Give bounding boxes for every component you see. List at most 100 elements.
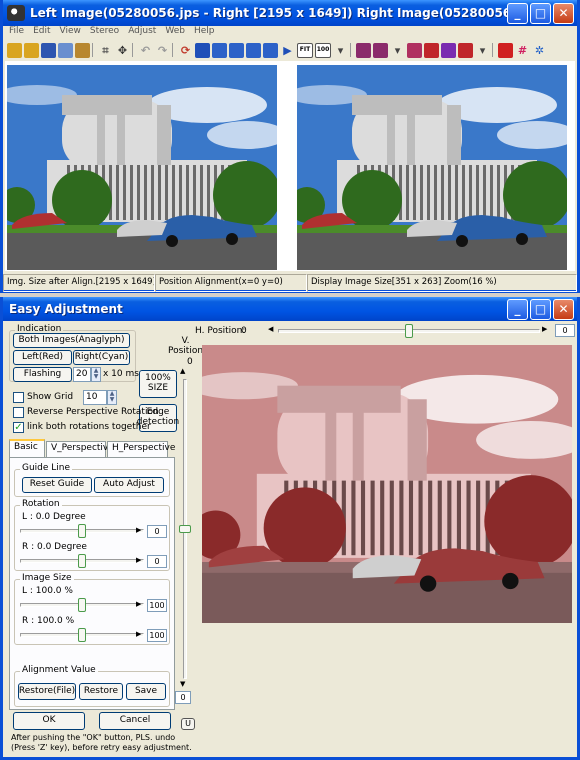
reverse-perspective-checkbox[interactable] <box>13 407 24 418</box>
minimize-button[interactable]: _ <box>507 2 528 24</box>
settings-icon[interactable]: ✲ <box>532 43 547 58</box>
undo-icon[interactable]: ↶ <box>138 43 153 58</box>
grid-icon[interactable]: # <box>515 43 530 58</box>
fit-icon[interactable]: FIT <box>297 42 313 58</box>
red-blue-icon[interactable] <box>498 42 513 58</box>
tab-v-perspective[interactable]: V_Perspective <box>46 441 114 457</box>
cancel-button[interactable]: Cancel <box>99 712 171 730</box>
rotate-icon[interactable]: ⟳ <box>178 43 193 58</box>
color-icon[interactable] <box>407 42 422 58</box>
rotation-left-arrow-icon[interactable]: ▶ <box>136 526 141 534</box>
paste-icon[interactable] <box>75 42 90 58</box>
left-image[interactable] <box>7 65 277 270</box>
play-icon[interactable]: ▶ <box>280 43 295 58</box>
layout-a-icon[interactable] <box>356 42 371 58</box>
grid-size-stepper[interactable]: ▲ ▼ <box>107 390 117 405</box>
menu-view[interactable]: View <box>60 26 81 40</box>
tab-basic[interactable]: Basic <box>9 439 45 457</box>
dropdown-icon[interactable]: ▾ <box>333 43 348 58</box>
basic-tab-panel: Guide Line Reset Guide Auto Adjust Rotat… <box>9 457 175 710</box>
menu-edit[interactable]: Edit <box>33 26 50 40</box>
menu-stereo[interactable]: Stereo <box>90 26 119 40</box>
stereo-window-icon[interactable] <box>212 42 227 58</box>
layout-b-icon[interactable] <box>373 42 388 58</box>
anaglyph-dropdown-icon[interactable]: ▾ <box>475 43 490 58</box>
anaglyph-preview-image[interactable] <box>202 345 572 623</box>
tab-h-perspective[interactable]: H_Perspective <box>107 441 175 457</box>
ok-button[interactable]: OK <box>13 712 85 730</box>
auto-adjust-button[interactable]: Auto Adjust <box>94 477 164 493</box>
image-size-left-arrow-icon[interactable]: ▶ <box>136 600 141 608</box>
v-position-up-arrow-icon[interactable]: ▲ <box>180 367 185 375</box>
u-button[interactable]: U <box>181 718 195 730</box>
grid-size-input[interactable]: 10 <box>83 390 107 405</box>
image-size-right-slider-thumb[interactable] <box>78 628 86 642</box>
open-folder-icon[interactable] <box>7 42 22 58</box>
menu-help[interactable]: Help <box>194 26 215 40</box>
fit-window-icon[interactable] <box>229 42 244 58</box>
image-size-label: Image Size <box>20 573 74 583</box>
open-file-icon[interactable] <box>24 42 39 58</box>
image-size-left-slider-thumb[interactable] <box>78 598 86 612</box>
rotation-right-arrow-icon[interactable]: ▶ <box>136 556 141 564</box>
side-by-side-icon[interactable] <box>424 42 439 58</box>
toolbar-separator <box>132 43 136 57</box>
image-size-left-value[interactable]: 100 <box>147 599 167 612</box>
status-position: Position Alignment(x=0 y=0) <box>155 274 307 292</box>
rotation-right-slider-thumb[interactable] <box>78 554 86 568</box>
interlaced-icon[interactable] <box>458 42 473 58</box>
move-icon[interactable]: ✥ <box>115 43 130 58</box>
left-red-button[interactable]: Left(Red) <box>13 350 72 365</box>
h-position-left-arrow-icon[interactable]: ◀ <box>268 325 273 333</box>
anaglyph-icon[interactable] <box>441 42 456 58</box>
reverse-perspective-label: Reverse Perspective Rotation <box>27 407 159 417</box>
right-cyan-button[interactable]: Right(Cyan) <box>73 350 130 365</box>
dialog-close-button[interactable]: ✕ <box>553 298 574 320</box>
zoom-out-icon[interactable] <box>263 42 278 58</box>
size-100-button[interactable]: 100% SIZE <box>139 370 177 398</box>
save-button[interactable]: Save <box>126 683 166 700</box>
redo-icon[interactable]: ↷ <box>155 43 170 58</box>
rotation-right-value[interactable]: 0 <box>147 555 167 568</box>
v-position-value[interactable]: 0 <box>175 691 191 704</box>
v-position-down-arrow-icon[interactable]: ▼ <box>180 680 185 688</box>
swap-icon[interactable] <box>195 42 210 58</box>
flashing-button[interactable]: Flashing <box>13 367 72 382</box>
flash-interval-input[interactable]: 20 <box>73 367 91 382</box>
main-window: Left Image(05280056.jps - Right [2195 x … <box>0 0 580 293</box>
h-position-right-arrow-icon[interactable]: ▶ <box>542 325 547 333</box>
rotation-left-label: L : 0.0 Degree <box>22 512 86 522</box>
dialog-maximize-button[interactable]: □ <box>530 298 551 320</box>
save-icon[interactable] <box>41 42 56 58</box>
right-image[interactable] <box>297 65 567 270</box>
dialog-minimize-button[interactable]: _ <box>507 298 528 320</box>
reset-guide-button[interactable]: Reset Guide <box>22 477 92 493</box>
v-position-slider-thumb[interactable] <box>179 525 191 533</box>
copy-icon[interactable] <box>58 42 73 58</box>
link-rotations-checkbox[interactable]: ✓ <box>13 422 24 433</box>
image-size-right-arrow-icon[interactable]: ▶ <box>136 630 141 638</box>
h-position-value[interactable]: 0 <box>555 324 575 337</box>
rotation-left-slider-thumb[interactable] <box>78 524 86 538</box>
menu-file[interactable]: File <box>9 26 24 40</box>
crop-icon[interactable]: ⌗ <box>98 43 113 58</box>
maximize-button[interactable]: □ <box>530 2 551 24</box>
rotation-left-value[interactable]: 0 <box>147 525 167 538</box>
restore-file-button[interactable]: Restore(File) <box>18 683 76 700</box>
menu-web[interactable]: Web <box>165 26 185 40</box>
image-size-right-value[interactable]: 100 <box>147 629 167 642</box>
close-button[interactable]: ✕ <box>553 2 574 24</box>
main-title-bar[interactable]: Left Image(05280056.jps - Right [2195 x … <box>3 0 577 26</box>
dialog-title-bar[interactable]: Easy Adjustment _ □ ✕ <box>3 297 577 321</box>
mode-dropdown-icon[interactable]: ▾ <box>390 43 405 58</box>
menu-adjust[interactable]: Adjust <box>128 26 156 40</box>
show-grid-label: Show Grid <box>27 392 74 402</box>
flash-interval-stepper[interactable]: ▲ ▼ <box>91 367 101 382</box>
v-position-slider[interactable]: ▲ ▼ 0 <box>175 367 191 707</box>
restore-button[interactable]: Restore <box>79 683 123 700</box>
both-images-anaglyph-button[interactable]: Both Images(Anaglyph) <box>13 333 130 348</box>
show-grid-checkbox[interactable] <box>13 392 24 403</box>
zoom-100-icon[interactable]: 100 <box>315 42 331 58</box>
zoom-in-icon[interactable] <box>246 42 261 58</box>
h-position-slider-thumb[interactable] <box>405 324 413 338</box>
